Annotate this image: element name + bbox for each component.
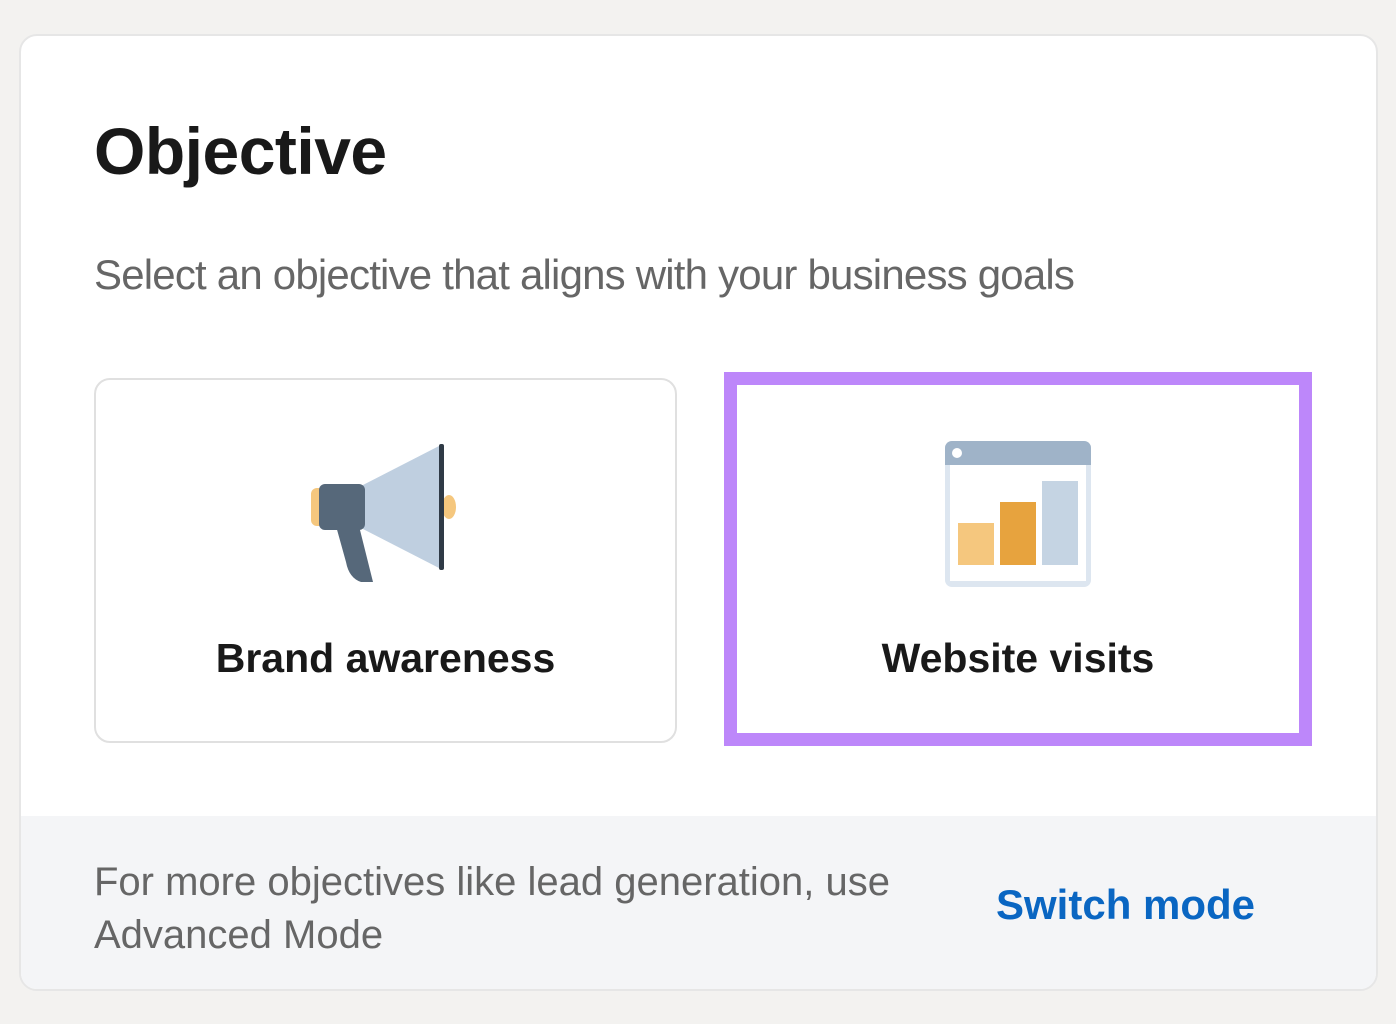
option-website-visits[interactable]: Website visits (724, 372, 1312, 746)
option-label-brand-awareness: Brand awareness (215, 635, 556, 681)
option-brand-awareness[interactable]: Brand awareness (94, 378, 677, 743)
option-label-website-visits: Website visits (881, 635, 1155, 681)
megaphone-icon (310, 444, 456, 582)
objective-card: Objective Select an objective that align… (19, 34, 1378, 991)
switch-mode-link[interactable]: Switch mode (996, 884, 1255, 926)
objective-subtitle: Select an objective that aligns with you… (94, 251, 1075, 298)
advanced-mode-footer: For more objectives like lead generation… (21, 816, 1376, 989)
website-chart-icon (945, 441, 1091, 587)
advanced-mode-note: For more objectives like lead generation… (94, 860, 890, 957)
page-title: Objective (94, 114, 387, 188)
